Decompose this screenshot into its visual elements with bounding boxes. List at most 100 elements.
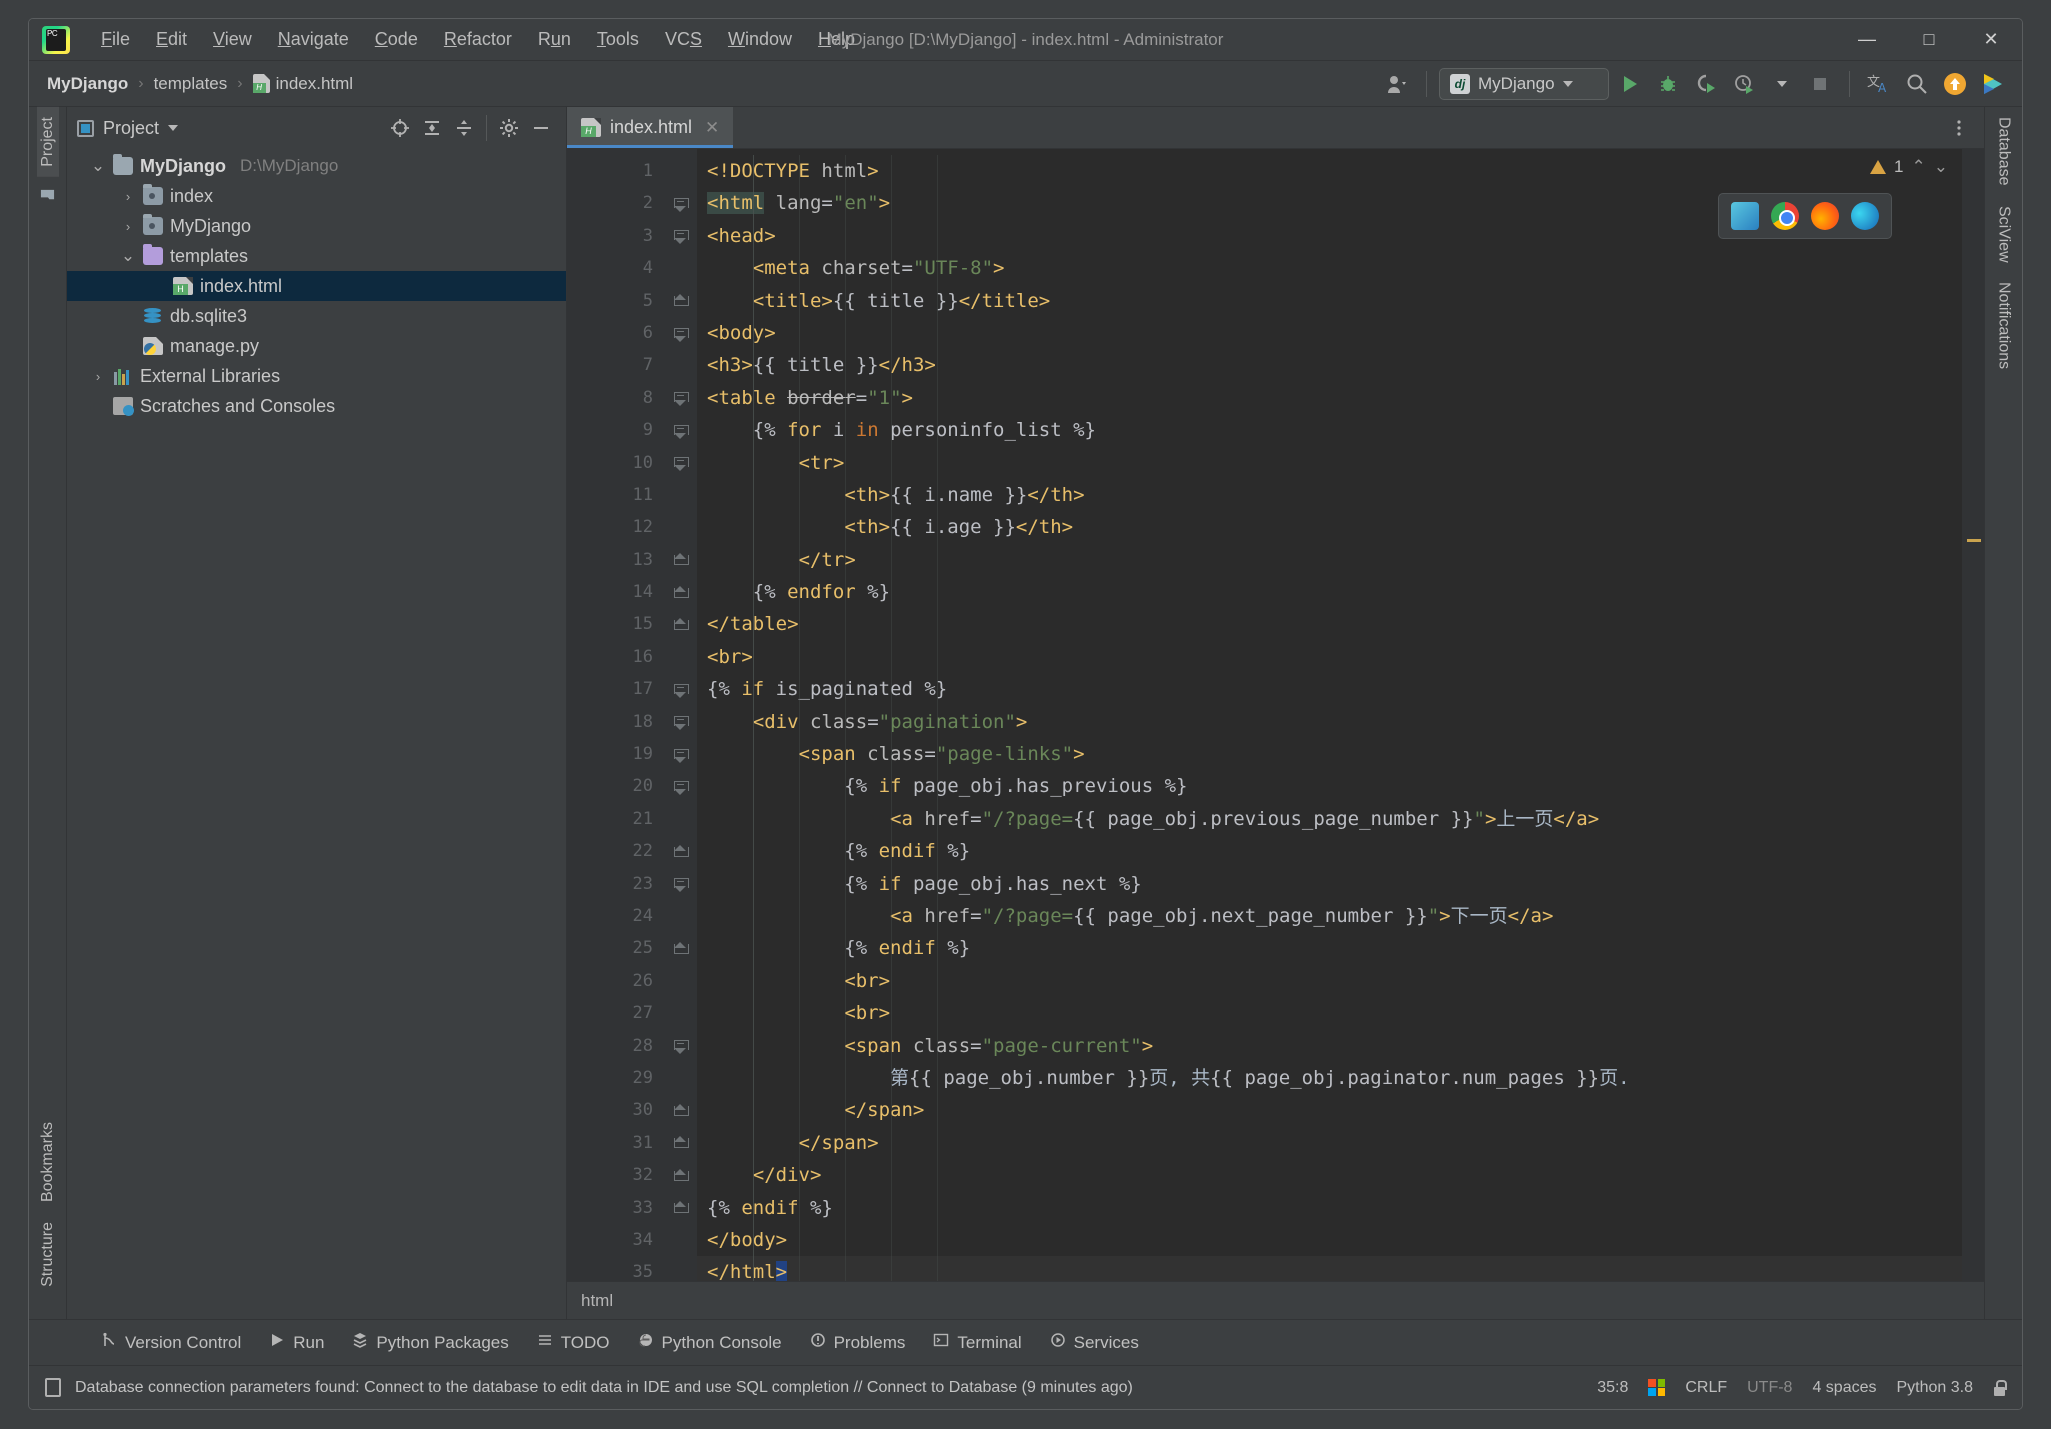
tool-window-services[interactable]: Services	[1038, 1327, 1151, 1358]
fold-end-icon[interactable]	[663, 1127, 697, 1159]
windows-logo-icon[interactable]	[1648, 1379, 1666, 1396]
profile-button[interactable]	[1727, 68, 1761, 100]
file-encoding[interactable]: UTF-8	[1747, 1379, 1792, 1397]
hide-panel-icon[interactable]	[526, 114, 556, 142]
lock-icon[interactable]	[1993, 1379, 2007, 1396]
run-configuration-selector[interactable]: dj MyDjango	[1439, 67, 1609, 100]
stripe-warning-marker[interactable]	[1967, 539, 1981, 542]
caret-position[interactable]: 35:8	[1597, 1379, 1628, 1397]
fold-end-icon[interactable]	[663, 1159, 697, 1191]
fold-expanded-icon[interactable]	[663, 382, 697, 414]
tree-item-scratches-and-consoles[interactable]: Scratches and Consoles	[67, 391, 566, 421]
previous-problem-icon[interactable]: ⌃	[1912, 157, 1926, 177]
breadcrumb-project[interactable]: MyDjango	[41, 72, 134, 96]
ai-assistant-icon[interactable]	[1976, 68, 2010, 100]
menu-window[interactable]: Window	[715, 25, 805, 54]
fold-expanded-icon[interactable]	[663, 317, 697, 349]
sidebar-item-database[interactable]: Database	[1993, 107, 2015, 196]
fold-expanded-icon[interactable]	[663, 738, 697, 770]
expand-all-icon[interactable]	[417, 114, 447, 142]
menu-run[interactable]: Run	[525, 25, 584, 54]
sidebar-item-bookmarks[interactable]: Bookmarks	[37, 1112, 59, 1212]
tool-window-todo[interactable]: TODO	[525, 1327, 622, 1358]
tree-item-external-libraries[interactable]: › External Libraries	[67, 361, 566, 391]
chevron-down-icon[interactable]: ⌄	[90, 157, 106, 174]
tree-item-index-html[interactable]: index.html	[67, 271, 566, 301]
search-icon[interactable]	[1900, 68, 1934, 100]
menu-tools[interactable]: Tools	[584, 25, 652, 54]
fold-expanded-icon[interactable]	[663, 868, 697, 900]
fold-expanded-icon[interactable]	[663, 770, 697, 802]
sidebar-item-project[interactable]: Project	[36, 107, 59, 177]
menu-edit[interactable]: Edit	[143, 25, 200, 54]
browser-preview-popup[interactable]	[1718, 193, 1892, 239]
fold-expanded-icon[interactable]	[663, 220, 697, 252]
tree-item-templates[interactable]: ⌄ templates	[67, 241, 566, 271]
run-with-coverage-button[interactable]	[1689, 68, 1723, 100]
menu-file[interactable]: File	[88, 25, 143, 54]
tree-item-index[interactable]: › index	[67, 181, 566, 211]
indent-setting[interactable]: 4 spaces	[1812, 1379, 1876, 1397]
collapse-all-icon[interactable]	[449, 114, 479, 142]
tree-item-mydjango[interactable]: ⌄ MyDjango D:\MyDjango	[67, 151, 566, 181]
debug-button[interactable]	[1651, 68, 1685, 100]
code-content[interactable]: <!DOCTYPE html> <html lang="en"> <head> <m…	[697, 149, 1984, 1281]
editor-breadcrumb[interactable]: html	[581, 1291, 613, 1311]
code-editor[interactable]: 1 2 3 4 5 6 7 8 9 10 11 12 13 14 15 16 17 18 19 20 21 22 23 24 2…	[567, 149, 1984, 1281]
error-stripe[interactable]	[1962, 149, 1984, 1281]
tool-window-problems[interactable]: Problems	[798, 1327, 918, 1358]
fold-expanded-icon[interactable]	[663, 447, 697, 479]
menu-code[interactable]: Code	[362, 25, 431, 54]
tab-index-html[interactable]: index.html ✕	[567, 107, 734, 148]
fold-expanded-icon[interactable]	[663, 414, 697, 446]
sidebar-item-sciview[interactable]: SciView	[1993, 196, 2015, 273]
tool-window-run[interactable]: Run	[257, 1327, 336, 1358]
firefox-icon[interactable]	[1811, 202, 1839, 230]
chrome-icon[interactable]	[1771, 202, 1799, 230]
menu-help[interactable]: Help	[805, 25, 868, 54]
fold-expanded-icon[interactable]	[663, 673, 697, 705]
fold-expanded-icon[interactable]	[663, 1030, 697, 1062]
menu-vcs[interactable]: VCS	[652, 25, 715, 54]
minimize-button[interactable]: —	[1836, 19, 1898, 61]
sidebar-item-notifications[interactable]: Notifications	[1993, 272, 2015, 379]
chevron-down-icon[interactable]	[168, 125, 179, 131]
breadcrumb-file[interactable]: index.html	[247, 72, 359, 96]
sidebar-item-folder[interactable]	[38, 177, 57, 212]
chevron-right-icon[interactable]: ›	[120, 189, 136, 204]
python-interpreter[interactable]: Python 3.8	[1897, 1379, 1974, 1397]
fold-expanded-icon[interactable]	[663, 187, 697, 219]
tree-item-mydjango[interactable]: › MyDjango	[67, 211, 566, 241]
tree-item-db-sqlite3[interactable]: db.sqlite3	[67, 301, 566, 331]
tree-item-manage-py[interactable]: manage.py	[67, 331, 566, 361]
account-icon[interactable]	[1380, 68, 1414, 100]
fold-end-icon[interactable]	[663, 1192, 697, 1224]
tool-window-version-control[interactable]: Version Control	[89, 1327, 253, 1358]
more-run-options-chevron-icon[interactable]	[1765, 68, 1799, 100]
menu-refactor[interactable]: Refactor	[431, 25, 525, 54]
fold-end-icon[interactable]	[663, 544, 697, 576]
stop-button[interactable]	[1803, 68, 1837, 100]
gear-icon[interactable]	[494, 114, 524, 142]
document-icon[interactable]	[45, 1378, 61, 1397]
close-icon[interactable]: ✕	[705, 118, 719, 138]
line-separator[interactable]: CRLF	[1685, 1379, 1727, 1397]
update-icon[interactable]	[1938, 68, 1972, 100]
project-tree[interactable]: ⌄ MyDjango D:\MyDjango › index › MyDjango ⌄ temp…	[67, 149, 566, 1319]
fold-expanded-icon[interactable]	[663, 706, 697, 738]
code-folding-gutter[interactable]	[663, 149, 697, 1281]
more-options-icon[interactable]	[1944, 114, 1974, 142]
menu-view[interactable]: View	[200, 25, 265, 54]
edge-icon[interactable]	[1851, 202, 1879, 230]
fold-end-icon[interactable]	[663, 835, 697, 867]
chevron-right-icon[interactable]: ›	[90, 369, 106, 384]
close-button[interactable]: ✕	[1960, 19, 2022, 61]
select-opened-file-icon[interactable]	[385, 114, 415, 142]
chevron-down-icon[interactable]: ⌄	[120, 247, 136, 264]
menu-navigate[interactable]: Navigate	[265, 25, 362, 54]
translate-icon[interactable]: 文A	[1862, 68, 1896, 100]
sidebar-item-structure[interactable]: Structure	[37, 1212, 59, 1297]
fold-end-icon[interactable]	[663, 285, 697, 317]
project-panel-title[interactable]: Project	[77, 118, 179, 139]
tool-window-python-console[interactable]: Python Console	[626, 1327, 794, 1358]
